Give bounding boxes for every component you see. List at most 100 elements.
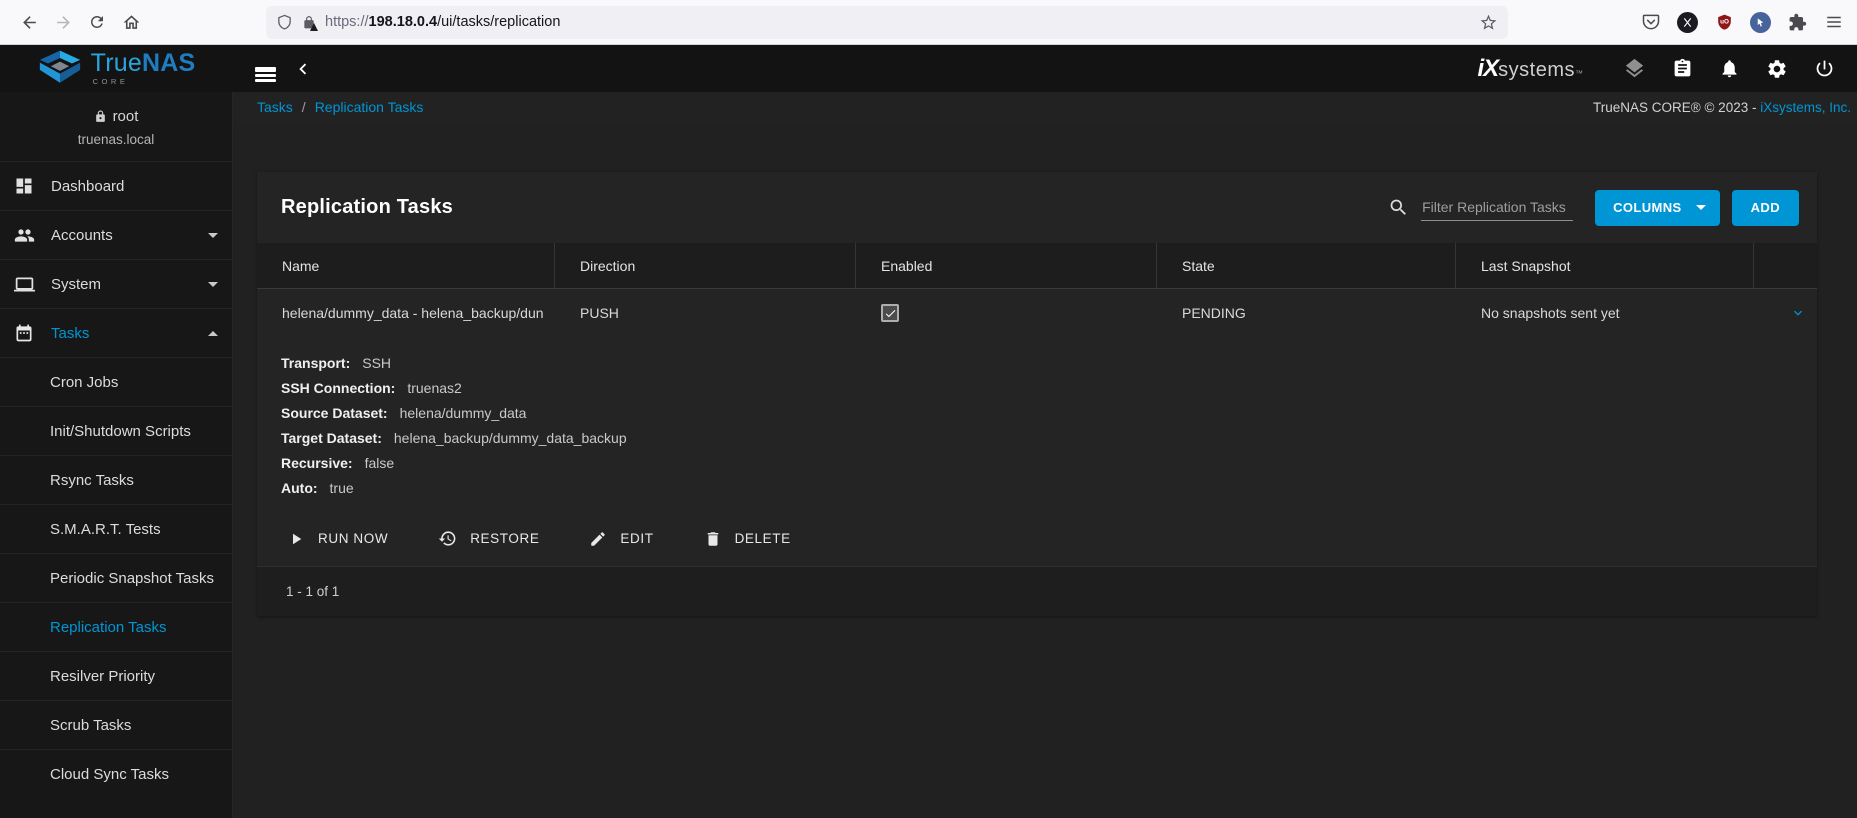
url-bar[interactable]: https://198.18.0.4/ui/tasks/replication <box>266 6 1508 39</box>
browser-forward-button[interactable] <box>46 5 80 39</box>
filter-input[interactable] <box>1421 194 1573 221</box>
cell-direction: PUSH <box>555 305 856 321</box>
chevron-down-icon <box>208 282 218 287</box>
browser-toolbar: https://198.18.0.4/ui/tasks/replication … <box>0 0 1857 45</box>
delete-button[interactable]: DELETE <box>704 530 791 548</box>
sidebar-item-cron-jobs[interactable]: Cron Jobs <box>0 357 232 406</box>
ix-logo-text: systems <box>1498 59 1575 82</box>
truecommand-icon <box>1623 57 1646 80</box>
sidenav-toggle-button[interactable] <box>255 65 276 72</box>
cell-last-snapshot: No snapshots sent yet <box>1456 305 1754 321</box>
edit-button[interactable]: EDIT <box>589 530 653 548</box>
ix-logo-mark: iX <box>1477 55 1498 83</box>
column-header-name[interactable]: Name <box>257 243 555 288</box>
gear-icon <box>1766 58 1788 80</box>
restore-button[interactable]: RESTORE <box>438 529 539 548</box>
table-row[interactable]: helena/dummy_data - helena_backup/dun PU… <box>257 289 1817 337</box>
lock-warning-badge <box>310 23 318 31</box>
dropdown-caret-icon <box>1696 205 1706 210</box>
dark-extension-icon[interactable] <box>1677 12 1698 33</box>
home-icon <box>122 13 141 32</box>
browser-menu-icon[interactable] <box>1823 11 1845 33</box>
cell-state: PENDING <box>1157 305 1456 321</box>
copyright-notice: TrueNAS CORE® © 2023 - iXsystems, Inc. <box>1593 100 1851 115</box>
replication-tasks-card: Replication Tasks COLUMNS ADD <box>257 172 1817 616</box>
sidebar-item-tasks[interactable]: Tasks <box>0 308 232 357</box>
ublock-extension-icon[interactable]: uO <box>1713 11 1735 33</box>
ixsystems-link[interactable]: iXsystems, Inc. <box>1760 100 1851 115</box>
sidebar-item-scrub-tasks[interactable]: Scrub Tasks <box>0 700 232 749</box>
breadcrumb-tasks-link[interactable]: Tasks <box>257 99 293 115</box>
sidebar-item-replication-tasks[interactable]: Replication Tasks <box>0 602 232 651</box>
breadcrumb-bar: Tasks/Replication Tasks TrueNAS CORE® © … <box>233 92 1857 122</box>
breadcrumb-replication-tasks-link[interactable]: Replication Tasks <box>315 99 424 115</box>
username: root <box>113 108 139 125</box>
row-expand-button[interactable] <box>1754 305 1817 321</box>
svg-text:uO: uO <box>1720 18 1729 25</box>
power-button[interactable] <box>1814 58 1835 79</box>
search-icon <box>1388 197 1409 218</box>
columns-button[interactable]: COLUMNS <box>1595 190 1720 226</box>
cursor-extension-icon[interactable] <box>1750 12 1771 33</box>
reload-icon <box>88 13 106 31</box>
clipboard-icon <box>1672 58 1693 79</box>
breadcrumb: Tasks/Replication Tasks <box>257 99 423 115</box>
browser-reload-button[interactable] <box>80 5 114 39</box>
sidebar-item-smart-tests[interactable]: S.M.A.R.T. Tests <box>0 504 232 553</box>
truecommand-button[interactable] <box>1623 57 1646 80</box>
ix-trademark: ™ <box>1575 69 1583 78</box>
column-header-last-snapshot[interactable]: Last Snapshot <box>1456 243 1754 288</box>
back-arrow-icon <box>20 13 39 32</box>
add-button[interactable]: ADD <box>1732 190 1799 226</box>
column-header-direction[interactable]: Direction <box>555 243 856 288</box>
sidebar-item-accounts[interactable]: Accounts <box>0 210 232 259</box>
shield-icon[interactable] <box>276 14 293 31</box>
url-text[interactable]: https://198.18.0.4/ui/tasks/replication <box>325 14 1470 30</box>
bookmark-star-icon[interactable] <box>1479 13 1498 32</box>
detail-transport: Transport:SSH <box>281 351 1793 376</box>
detail-target-dataset: Target Dataset:helena_backup/dummy_data_… <box>281 426 1793 451</box>
sidebar-item-init-shutdown-scripts[interactable]: Init/Shutdown Scripts <box>0 406 232 455</box>
jobs-button[interactable] <box>1672 58 1693 79</box>
truenas-logo-icon <box>38 50 82 88</box>
ixsystems-logo: iXsystems™ <box>1477 55 1583 83</box>
detail-ssh-connection: SSH Connection:truenas2 <box>281 376 1793 401</box>
sidebar-item-rsync-tasks[interactable]: Rsync Tasks <box>0 455 232 504</box>
table-header-row: Name Direction Enabled State Last Snapsh… <box>257 243 1817 289</box>
column-header-enabled[interactable]: Enabled <box>856 243 1157 288</box>
column-header-state[interactable]: State <box>1157 243 1456 288</box>
sidebar-item-periodic-snapshot-tasks[interactable]: Periodic Snapshot Tasks <box>0 553 232 602</box>
url-scheme: https:// <box>325 14 369 30</box>
power-icon <box>1814 58 1835 79</box>
bell-icon <box>1719 58 1740 79</box>
cell-enabled <box>856 304 1157 322</box>
pocket-extension-icon[interactable] <box>1640 11 1662 33</box>
extensions-puzzle-icon[interactable] <box>1786 11 1808 33</box>
pagination-bar: 1 - 1 of 1 <box>257 566 1817 616</box>
history-icon <box>438 529 457 548</box>
cell-name: helena/dummy_data - helena_backup/dun <box>257 305 555 321</box>
row-details: Transport:SSH SSH Connection:truenas2 So… <box>257 337 1817 519</box>
sidebar-item-dashboard[interactable]: Dashboard <box>0 161 232 210</box>
chevron-left-icon <box>292 58 314 80</box>
truenas-logo: TrueNAS CORE <box>0 50 233 88</box>
column-header-expand <box>1754 243 1817 288</box>
sidebar-item-resilver-priority[interactable]: Resilver Priority <box>0 651 232 700</box>
brand-nas: NAS <box>142 49 195 77</box>
laptop-icon <box>14 274 36 295</box>
lock-icon[interactable] <box>302 15 316 30</box>
browser-back-button[interactable] <box>12 5 46 39</box>
forward-arrow-icon <box>54 13 73 32</box>
sidebar-item-system[interactable]: System <box>0 259 232 308</box>
browser-home-button[interactable] <box>114 5 148 39</box>
enabled-checkbox[interactable] <box>881 304 899 322</box>
chevron-down-icon <box>1790 305 1806 321</box>
sidebar-item-cloud-sync-tasks[interactable]: Cloud Sync Tasks <box>0 749 232 798</box>
brand-core-label: CORE <box>91 78 196 86</box>
dashboard-icon <box>14 176 36 196</box>
run-now-button[interactable]: RUN NOW <box>287 530 388 548</box>
settings-button[interactable] <box>1766 58 1788 80</box>
collapse-chevron-button[interactable] <box>292 58 314 80</box>
notifications-button[interactable] <box>1719 58 1740 79</box>
people-icon <box>14 225 36 246</box>
